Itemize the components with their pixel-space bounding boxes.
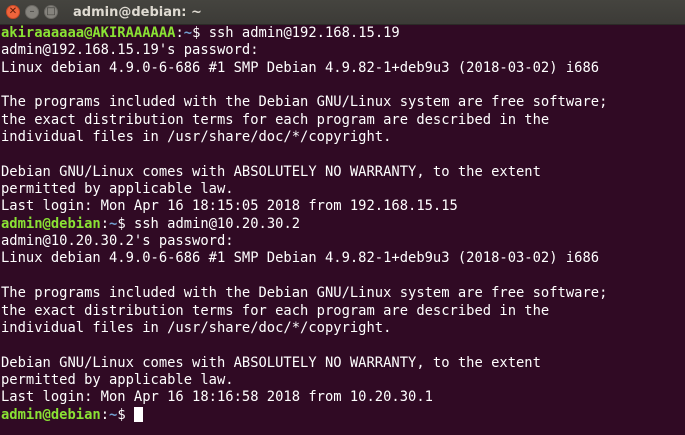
close-icon[interactable]: ✕ [6,5,20,19]
output-line: the exact distribution terms for each pr… [1,302,550,319]
output-line: admin@10.20.30.2's password: [1,233,234,250]
prompt-user-host: akiraaaaaa@AKIRAAAAAA [1,25,176,41]
output-line: Debian GNU/Linux comes with ABSOLUTELY N… [1,163,541,180]
prompt-symbol: $ [117,406,134,423]
prompt-path: ~ [183,25,193,41]
output-line: Debian GNU/Linux comes with ABSOLUTELY N… [1,354,541,371]
output-line: Linux debian 4.9.0-6-686 #1 SMP Debian 4… [1,250,600,267]
output-line: individual files in /usr/share/doc/*/cop… [1,319,392,336]
text-cursor[interactable] [133,406,143,422]
output-line: The programs included with the Debian GN… [1,285,608,302]
prompt-symbol: $ [192,25,209,41]
prompt-separator: : [100,406,109,423]
prompt-user-host: admin@debian [1,406,101,423]
prompt-user-host: admin@debian [1,215,101,232]
maximize-icon[interactable]: □ [44,5,58,19]
prompt-line: admin@debian:~$ ssh admin@10.20.30.2 [1,216,685,233]
output-line: permitted by applicable law. [1,371,234,388]
minimize-icon[interactable]: – [25,5,39,19]
prompt-separator: : [100,215,109,232]
terminal-output[interactable]: akiraaaaaa@AKIRAAAAAA:~$ ssh admin@192.1… [0,25,685,435]
output-line: Last login: Mon Apr 16 18:16:58 2018 fro… [1,389,433,406]
prompt-symbol: $ [117,215,134,232]
prompt-line: admin@debian:~$ [1,406,685,424]
output-line: permitted by applicable law. [1,181,234,198]
command-text: ssh admin@10.20.30.2 [133,215,301,232]
output-line: Linux debian 4.9.0-6-686 #1 SMP Debian 4… [1,59,600,76]
command-text: ssh admin@192.168.15.19 [208,25,400,41]
output-line: The programs included with the Debian GN… [1,94,608,111]
title-bar[interactable]: ✕ – □ admin@debian: ~ [0,0,685,25]
window-controls: ✕ – □ [0,5,58,19]
terminal-window: ✕ – □ admin@debian: ~ akiraaaaaa@AKIRAAA… [0,0,685,435]
window-title: admin@debian: ~ [73,4,202,20]
prompt-line: akiraaaaaa@AKIRAAAAAA:~$ ssh admin@192.1… [1,25,685,42]
output-line: individual files in /usr/share/doc/*/cop… [1,129,392,146]
output-line: admin@192.168.15.19's password: [1,42,259,59]
output-line: Last login: Mon Apr 16 18:15:05 2018 fro… [1,198,458,215]
prompt-separator: : [175,25,184,41]
output-line: the exact distribution terms for each pr… [1,111,550,128]
